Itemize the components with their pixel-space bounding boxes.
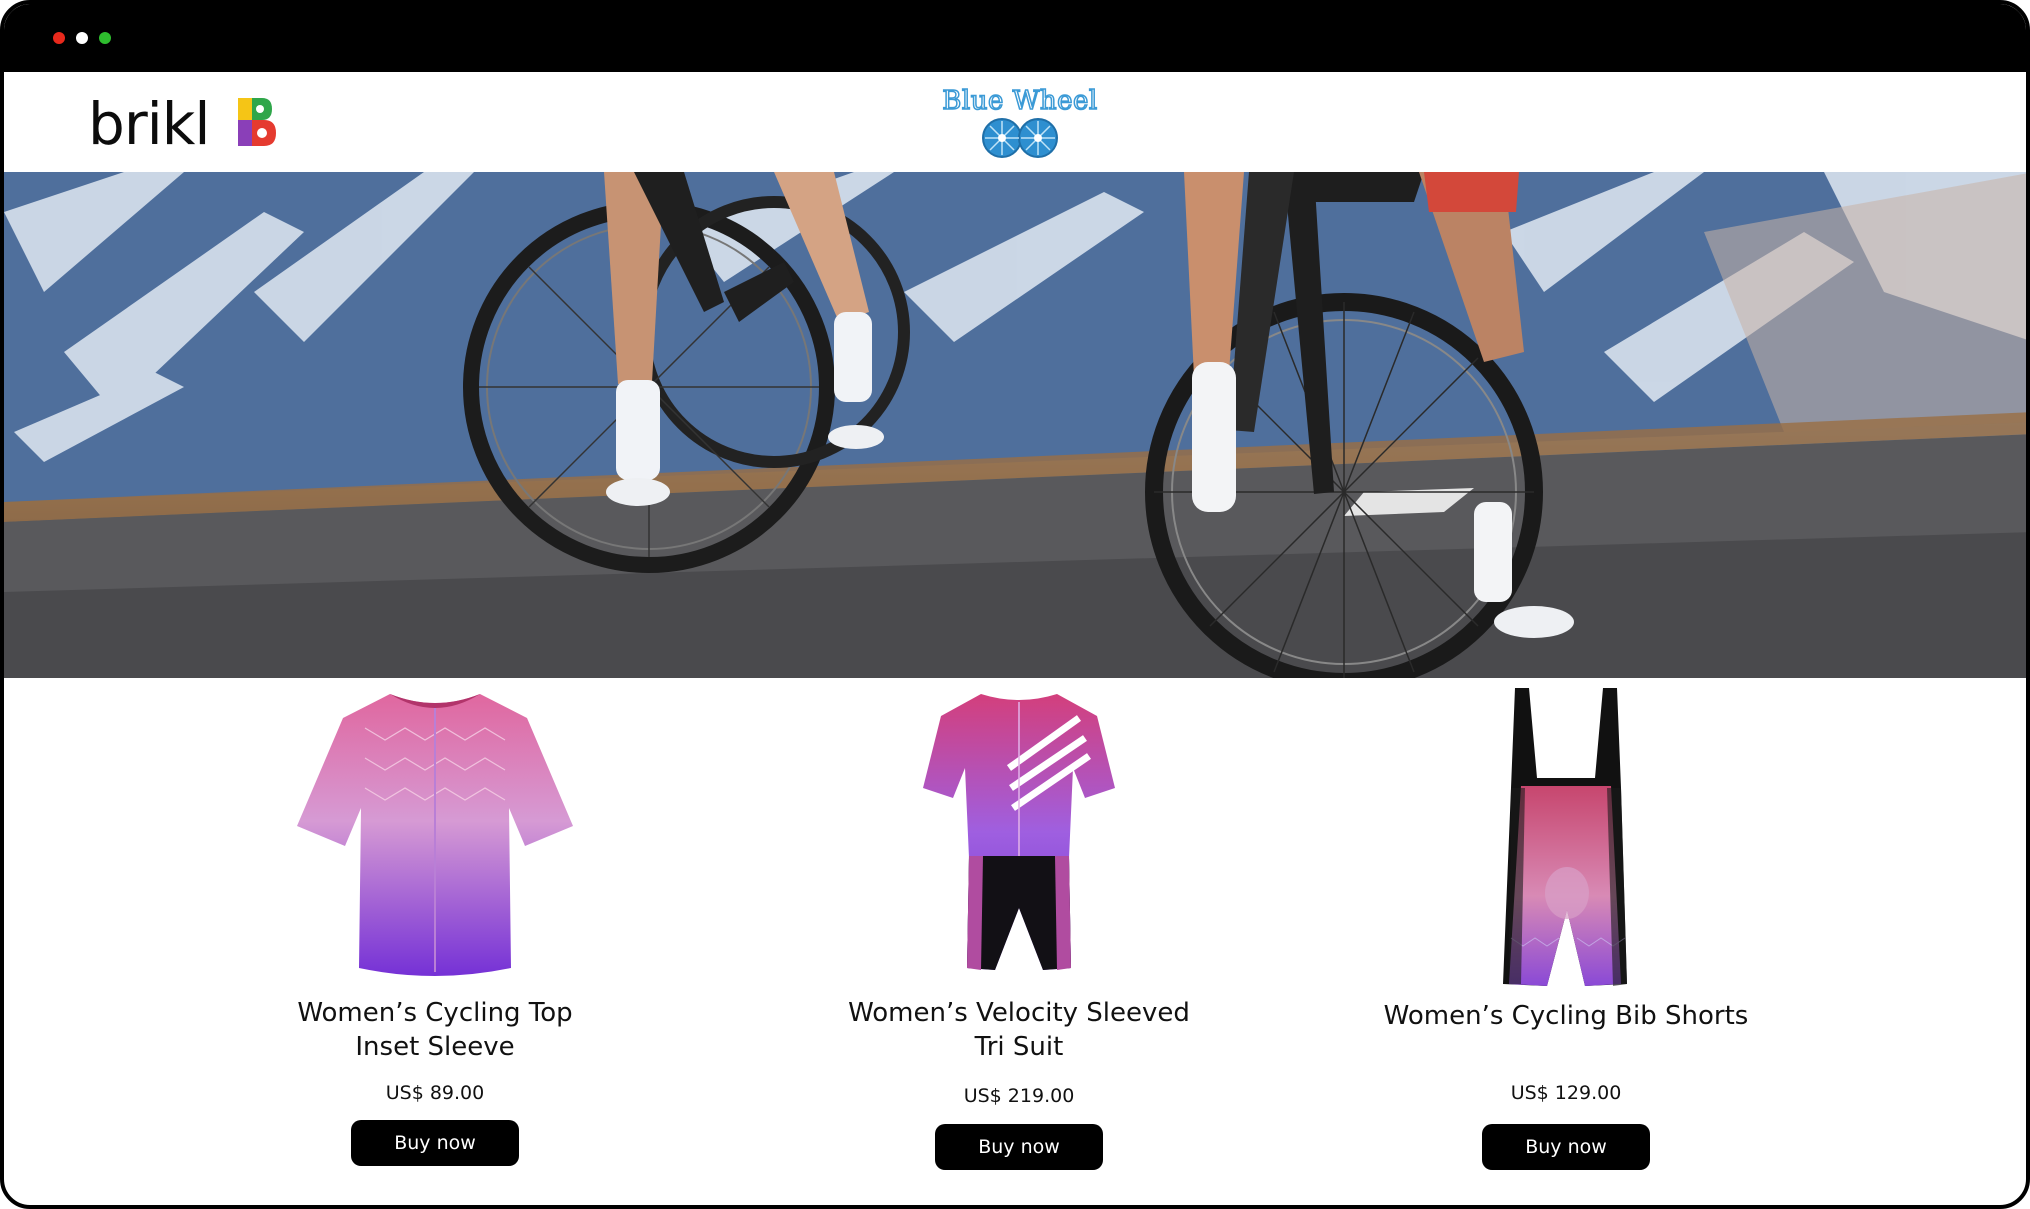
buy-now-button[interactable]: Buy now bbox=[351, 1120, 519, 1166]
product-name[interactable]: Women’s Cycling Top Inset Sleeve bbox=[225, 996, 645, 1064]
product-card: Women’s Velocity Sleeved Tri Suit US$ 21… bbox=[809, 678, 1229, 1205]
blue-wheel-logo[interactable]: Blue Wheel bbox=[932, 85, 1108, 162]
product-price: US$ 219.00 bbox=[963, 1085, 1075, 1107]
brikl-wordmark[interactable]: brikl bbox=[88, 90, 210, 158]
blue-wheel-logo-icon bbox=[982, 118, 1058, 158]
product-card: Women’s Cycling Top Inset Sleeve US$ 89.… bbox=[225, 678, 645, 1205]
browser-window: brikl Blue Wheel Women’s Cycling Top Ins… bbox=[0, 0, 2030, 1209]
tri-suit-icon[interactable] bbox=[919, 688, 1119, 978]
buy-now-button[interactable]: Buy now bbox=[935, 1124, 1103, 1170]
site-header: brikl Blue Wheel bbox=[4, 72, 2026, 172]
buy-now-button[interactable]: Buy now bbox=[1482, 1124, 1650, 1170]
product-name-line-1: Women’s Velocity Sleeved bbox=[848, 998, 1190, 1028]
product-name[interactable]: Women’s Velocity Sleeved Tri Suit bbox=[809, 996, 1229, 1064]
minimize-window-button[interactable] bbox=[76, 32, 88, 44]
cycling-jersey-icon[interactable] bbox=[295, 688, 575, 978]
hero-banner-image bbox=[4, 172, 2026, 678]
close-window-button[interactable] bbox=[53, 32, 65, 44]
product-name[interactable]: Women’s Cycling Bib Shorts bbox=[1356, 999, 1776, 1033]
product-name-line-2: Tri Suit bbox=[974, 1032, 1064, 1062]
blue-wheel-logo-text: Blue Wheel bbox=[942, 85, 1098, 117]
product-price: US$ 129.00 bbox=[1510, 1082, 1622, 1104]
maximize-window-button[interactable] bbox=[99, 32, 111, 44]
cyclists-photo bbox=[4, 172, 2026, 678]
browser-title-bar bbox=[4, 4, 2026, 72]
product-name-line-1: Women’s Cycling Top bbox=[297, 998, 573, 1028]
product-card: Women’s Cycling Bib Shorts US$ 129.00 Bu… bbox=[1356, 678, 1776, 1205]
product-name-line-1: Women’s Cycling Bib Shorts bbox=[1383, 1001, 1749, 1031]
product-price: US$ 89.00 bbox=[385, 1082, 485, 1104]
bib-shorts-icon[interactable] bbox=[1481, 688, 1651, 988]
brikl-b-logo-icon[interactable] bbox=[238, 98, 278, 146]
product-name-line-2: Inset Sleeve bbox=[355, 1032, 515, 1062]
product-grid: Women’s Cycling Top Inset Sleeve US$ 89.… bbox=[4, 678, 2026, 1205]
